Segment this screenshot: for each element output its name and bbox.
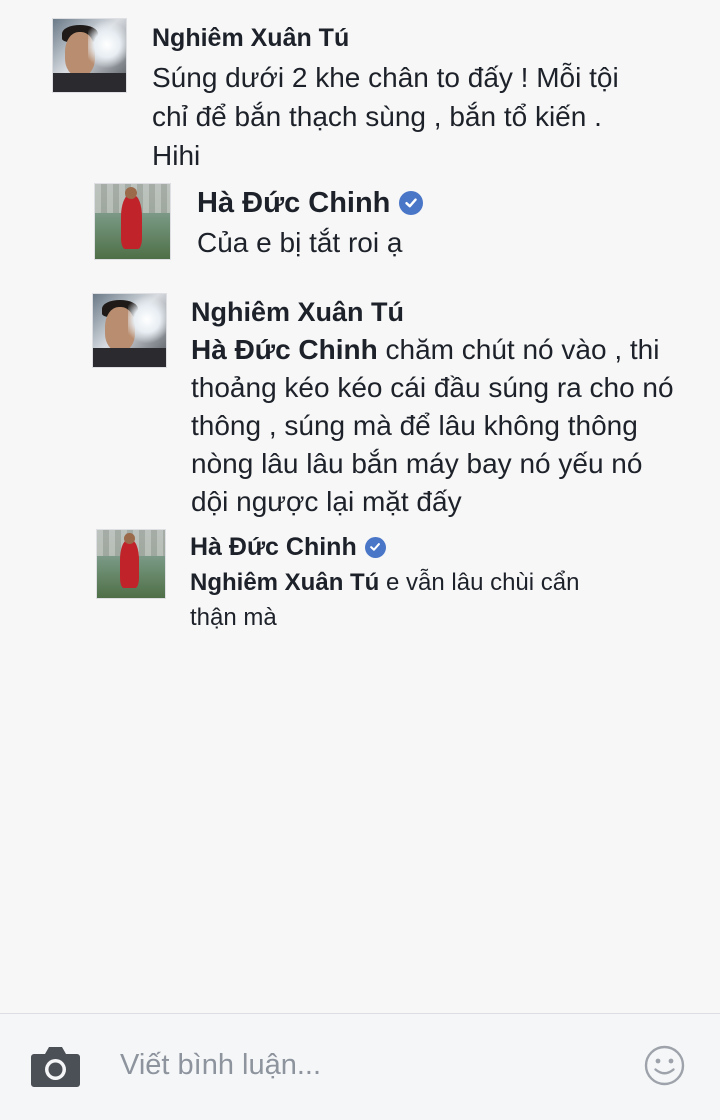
comment: Hà Đức Chinh Của e bị tắt roi ạ bbox=[94, 183, 424, 263]
comment-composer: Viết bình luận... bbox=[0, 1013, 720, 1120]
verified-badge-icon bbox=[364, 536, 386, 558]
comment: Nghiêm Xuân Tú Hà Đức Chinh chăm chút nó… bbox=[92, 293, 674, 521]
comment: Nghiêm Xuân Tú Súng dưới 2 khe chân to đ… bbox=[52, 18, 619, 175]
mention-link[interactable]: Hà Đức Chinh bbox=[191, 334, 378, 365]
avatar[interactable] bbox=[96, 529, 166, 599]
camera-icon[interactable] bbox=[30, 1045, 81, 1088]
verified-badge-icon bbox=[399, 191, 424, 215]
avatar[interactable] bbox=[94, 183, 171, 260]
comment-line-rest: e vẫn lâu chùi cẩn bbox=[379, 569, 580, 596]
comment-thread: Nghiêm Xuân Tú Súng dưới 2 khe chân to đ… bbox=[0, 0, 720, 1012]
comment-author[interactable]: Nghiêm Xuân Tú bbox=[191, 293, 404, 331]
comment-line: chỉ để bắn thạch sùng , bắn tổ kiến . bbox=[152, 101, 602, 132]
comment-input[interactable]: Viết bình luận... bbox=[120, 1049, 321, 1082]
avatar[interactable] bbox=[92, 293, 167, 368]
comment-text: Của e bị tắt roi ạ bbox=[197, 223, 423, 263]
mention-link[interactable]: Nghiêm Xuân Tú bbox=[190, 569, 379, 596]
comment-line: Hihi bbox=[152, 140, 201, 171]
comment-text: Hà Đức Chinh chăm chút nó vào , thi thoả… bbox=[191, 331, 674, 521]
smile-icon[interactable] bbox=[644, 1045, 685, 1086]
comment-line-rest: chăm chút nó vào , thi bbox=[377, 334, 660, 365]
comment: Hà Đức Chinh Nghiêm Xuân Tú e vẫn lâu ch… bbox=[96, 529, 579, 635]
comment-line: nòng lâu lâu bắn máy bay nó yếu nó bbox=[191, 448, 643, 479]
comment-author[interactable]: Hà Đức Chinh bbox=[197, 183, 390, 223]
comment-line: Hà Đức Chinh chăm chút nó vào , thi bbox=[191, 331, 674, 369]
comment-line: thông , súng mà để lâu không thông bbox=[191, 410, 638, 441]
comment-line: Súng dưới 2 khe chân to đấy ! Mỗi tội bbox=[152, 62, 619, 93]
comment-line: dội ngược lại mặt đấy bbox=[191, 486, 462, 517]
avatar[interactable] bbox=[52, 18, 127, 93]
comment-text: Súng dưới 2 khe chân to đấy ! Mỗi tội ch… bbox=[152, 58, 619, 175]
comment-line: thận mà bbox=[190, 604, 277, 631]
comment-line: Nghiêm Xuân Tú e vẫn lâu chùi cẩn bbox=[190, 565, 579, 600]
comment-line: Của e bị tắt roi ạ bbox=[197, 227, 403, 258]
comment-line: thoảng kéo kéo cái đầu súng ra cho nó bbox=[191, 372, 674, 403]
comment-text: Nghiêm Xuân Tú e vẫn lâu chùi cẩn thận m… bbox=[190, 565, 579, 635]
comment-author[interactable]: Hà Đức Chinh bbox=[190, 529, 357, 565]
comment-author[interactable]: Nghiêm Xuân Tú bbox=[152, 18, 349, 58]
